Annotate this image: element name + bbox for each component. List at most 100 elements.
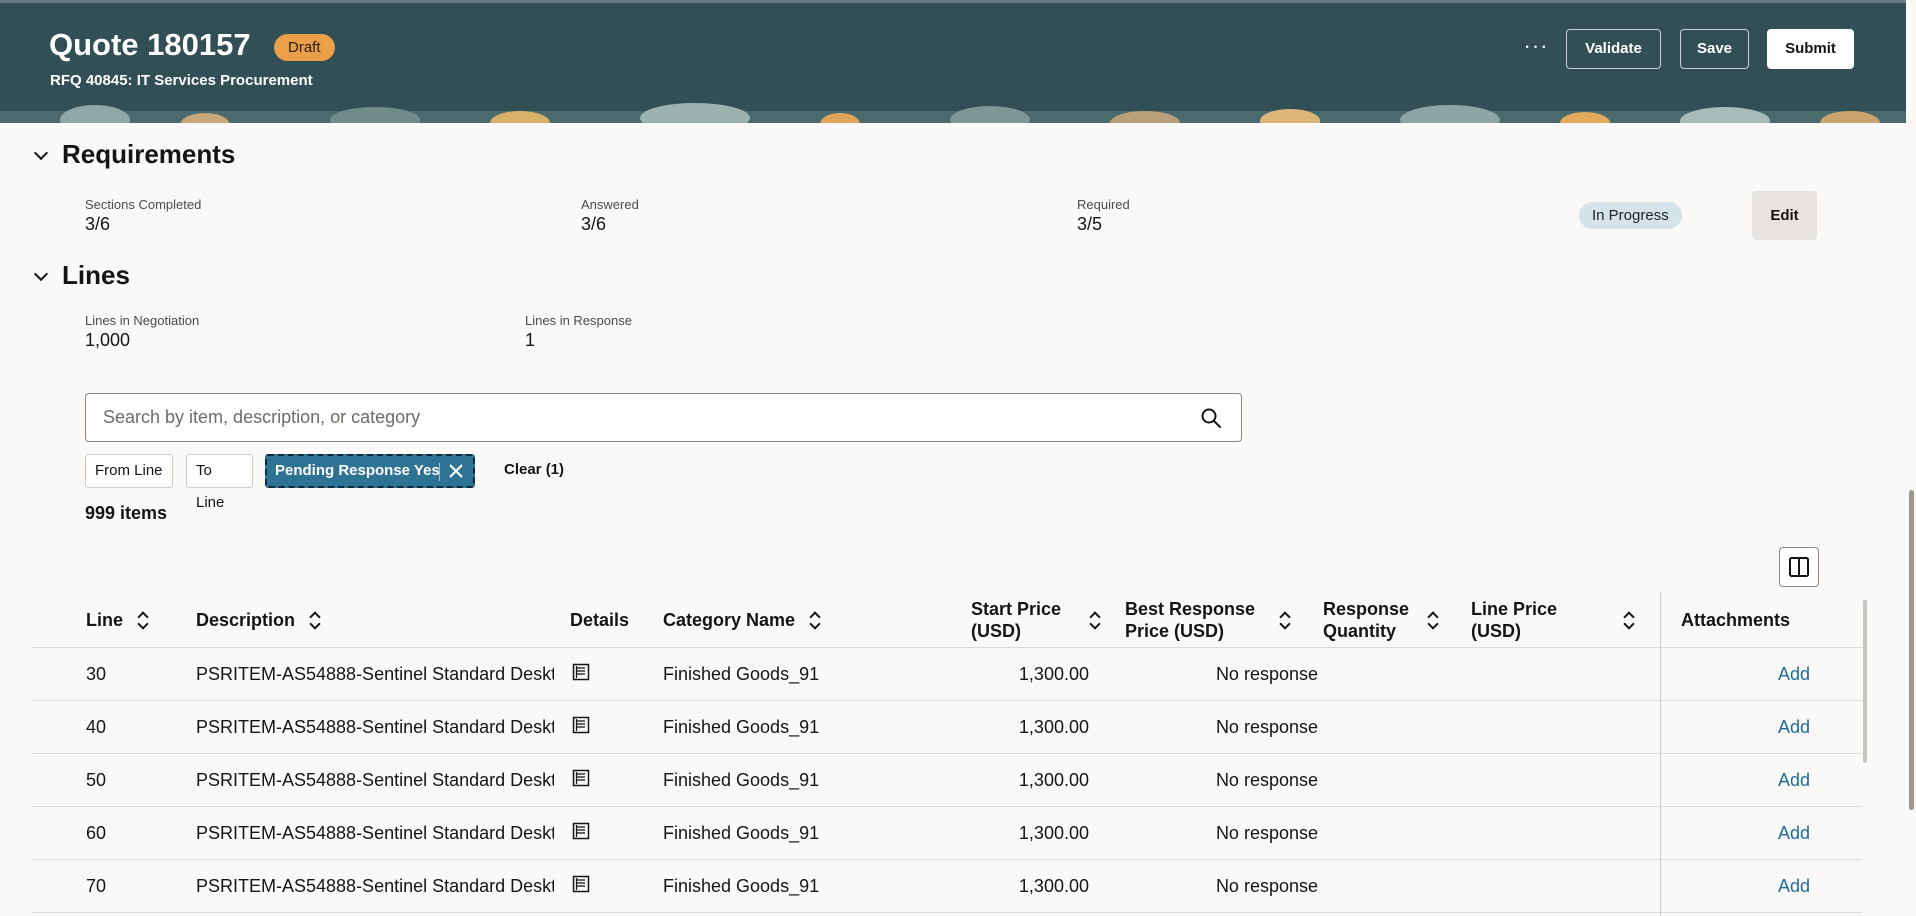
close-icon[interactable] (447, 462, 465, 480)
validate-button[interactable]: Validate (1566, 29, 1661, 69)
column-header-attachments: Attachments (1681, 592, 1790, 648)
column-header-description-label: Description (196, 610, 296, 630)
lines-section-header[interactable]: Lines (34, 260, 130, 291)
cell-best-response-price: No response (1215, 876, 1318, 896)
pending-response-filter-chip[interactable]: Pending Response Yes (265, 454, 475, 488)
cell-best-response-price: No response (1215, 717, 1318, 737)
table-row[interactable]: 30 PSRITEM-AS54888-Sentinel Standard Des… (32, 648, 1862, 701)
to-line-filter-chip[interactable]: To Line (186, 454, 253, 511)
required-label: Required (1077, 197, 1130, 212)
column-header-line-price-label: Line Price (USD) (1471, 598, 1557, 642)
response-quantity-header-line1: Response (1323, 599, 1410, 619)
sort-icon[interactable] (1089, 612, 1101, 628)
add-attachment-link[interactable]: Add (1732, 701, 1810, 754)
chevron-down-icon[interactable] (34, 269, 48, 283)
cell-category: Finished Goods_91 (663, 876, 820, 896)
cell-line: 30 (86, 664, 107, 684)
page-title: Quote 180157 (49, 27, 251, 62)
lines-in-response-label: Lines in Response (525, 313, 632, 328)
search-icon[interactable] (1199, 406, 1223, 430)
page-subtitle: RFQ 40845: IT Services Procurement (50, 72, 313, 89)
column-header-line-price[interactable]: Line Price (USD) (1471, 592, 1635, 648)
sticky-column-divider (1660, 592, 1661, 916)
table-row[interactable]: 70 PSRITEM-AS54888-Sentinel Standard Des… (32, 860, 1862, 913)
answered-value: 3/6 (581, 214, 607, 234)
sort-icon[interactable] (809, 612, 821, 628)
column-header-best-response-price[interactable]: Best Response Price (USD) (1125, 592, 1291, 648)
sections-completed-value: 3/6 (85, 214, 111, 234)
sort-icon[interactable] (1279, 612, 1291, 628)
column-layout-button[interactable] (1779, 547, 1819, 587)
column-header-line-label: Line (86, 610, 124, 630)
chevron-down-icon[interactable] (34, 148, 48, 162)
sections-completed-label: Sections Completed (85, 197, 202, 212)
table-scrollbar[interactable] (1863, 600, 1867, 763)
required-value: 3/5 (1077, 214, 1103, 234)
table-row[interactable]: 40 PSRITEM-AS54888-Sentinel Standard Des… (32, 701, 1862, 754)
search-input[interactable] (103, 394, 1183, 441)
table-row[interactable]: 60 PSRITEM-AS54888-Sentinel Standard Des… (32, 807, 1862, 860)
column-header-category-label: Category Name (663, 610, 796, 630)
cell-start-price: 1,300.00 (1018, 823, 1089, 843)
cell-start-price: 1,300.00 (1018, 770, 1089, 790)
more-actions-button[interactable]: ··· (1522, 33, 1550, 63)
cell-start-price: 1,300.00 (1018, 717, 1089, 737)
sort-icon[interactable] (1623, 612, 1635, 628)
start-price-header-line1: Start Price (971, 599, 1062, 619)
sort-icon[interactable] (1427, 612, 1439, 628)
cell-category: Finished Goods_91 (663, 823, 820, 843)
details-icon[interactable] (572, 822, 590, 840)
cell-description: PSRITEM-AS54888-Sentinel Standard Deskt (196, 664, 554, 684)
items-count: 999 items (85, 503, 168, 523)
column-header-response-quantity-label: Response Quantity (1323, 598, 1409, 642)
table-row[interactable]: 50 PSRITEM-AS54888-Sentinel Standard Des… (32, 754, 1862, 807)
best-price-header-line2: Price (USD) (1125, 621, 1225, 641)
column-header-category[interactable]: Category Name (663, 592, 821, 648)
lines-in-negotiation-value: 1,000 (85, 330, 131, 350)
cell-start-price: 1,300.00 (1018, 664, 1089, 684)
column-header-start-price[interactable]: Start Price (USD) (971, 592, 1101, 648)
table-header-row: Line Description Details Category Name S… (32, 592, 1862, 648)
chip-divider (439, 463, 440, 481)
cell-line: 40 (86, 717, 107, 737)
column-header-attachments-label: Attachments (1681, 610, 1791, 630)
column-header-response-quantity[interactable]: Response Quantity (1323, 592, 1439, 648)
from-line-filter-chip[interactable]: From Line (85, 454, 173, 488)
requirements-section-header[interactable]: Requirements (34, 139, 235, 170)
start-price-header-line2: (USD) (971, 621, 1021, 641)
split-columns-icon (1789, 557, 1809, 577)
cell-line: 70 (86, 876, 107, 896)
cell-line: 50 (86, 770, 107, 790)
column-header-details-label: Details (570, 610, 630, 630)
add-attachment-link[interactable]: Add (1732, 807, 1810, 860)
page-header: Quote 180157 Draft RFQ 40845: IT Service… (0, 0, 1906, 123)
column-header-description[interactable]: Description (196, 592, 321, 648)
column-header-line[interactable]: Line (86, 592, 149, 648)
response-quantity-header-line2: Quantity (1323, 621, 1397, 641)
cell-best-response-price: No response (1215, 770, 1318, 790)
cell-line: 60 (86, 823, 107, 843)
pending-response-filter-label: Pending Response Yes (275, 462, 440, 479)
cell-best-response-price: No response (1215, 664, 1318, 684)
answered-label: Answered (581, 197, 639, 212)
column-header-best-price-label: Best Response Price (USD) (1125, 598, 1255, 642)
line-price-header-line1: Line Price (1471, 599, 1558, 619)
add-attachment-link[interactable]: Add (1732, 860, 1810, 913)
cell-category: Finished Goods_91 (663, 770, 820, 790)
details-icon[interactable] (572, 663, 590, 681)
save-button[interactable]: Save (1680, 29, 1749, 69)
requirements-status-badge: In Progress (1579, 202, 1682, 229)
submit-button[interactable]: Submit (1767, 29, 1854, 69)
details-icon[interactable] (572, 875, 590, 893)
edit-requirements-button[interactable]: Edit (1752, 191, 1817, 240)
details-icon[interactable] (572, 769, 590, 787)
sort-icon[interactable] (309, 612, 321, 628)
clear-filters-link[interactable]: Clear (1) (504, 461, 564, 478)
add-attachment-link[interactable]: Add (1732, 648, 1810, 701)
best-price-header-line1: Best Response (1125, 599, 1256, 619)
details-icon[interactable] (572, 716, 590, 734)
page-scrollbar[interactable] (1909, 490, 1914, 810)
lines-in-response-value: 1 (525, 330, 536, 350)
add-attachment-link[interactable]: Add (1732, 754, 1810, 807)
sort-icon[interactable] (137, 612, 149, 628)
